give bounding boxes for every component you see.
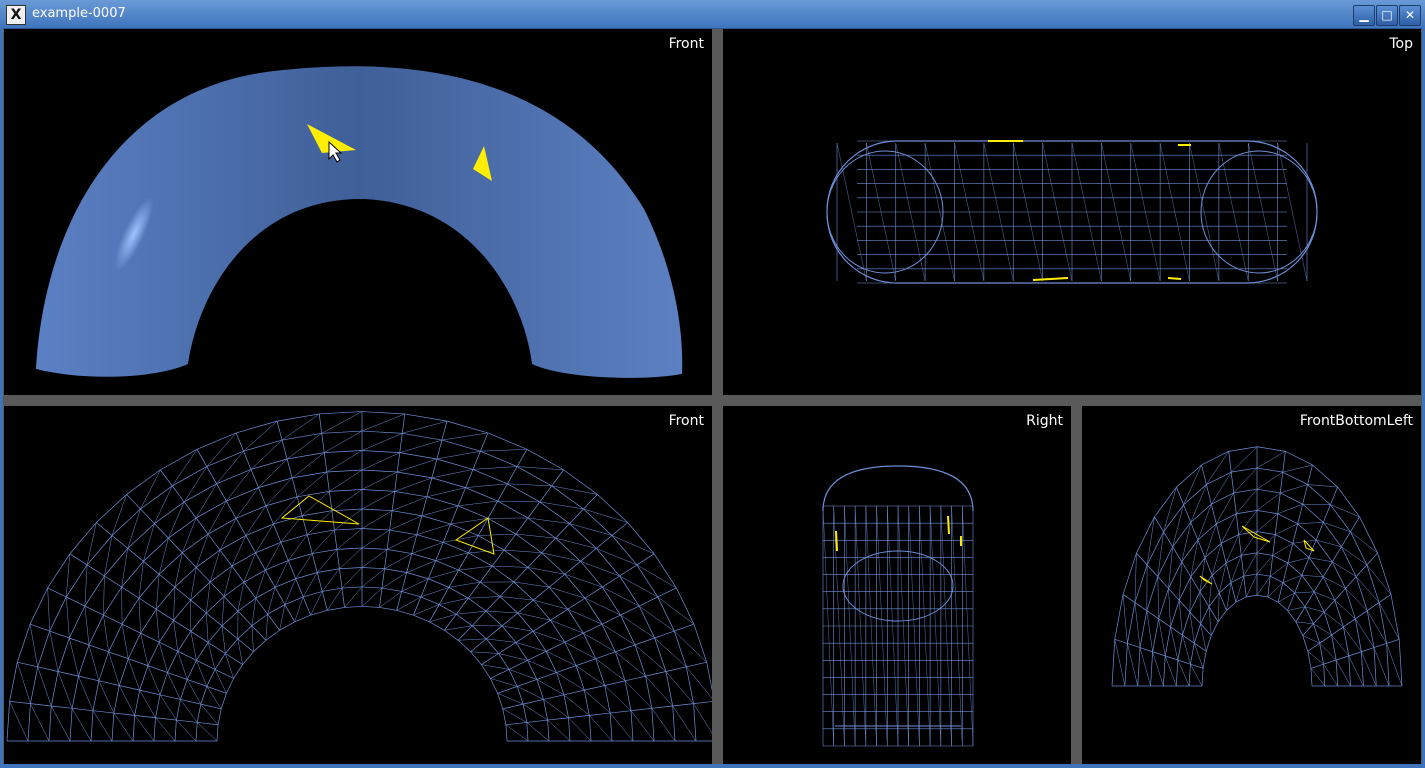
viewport-label: Front — [668, 36, 704, 52]
app-window: X example-0007 ▁ □ ✕ Front Top Front Rig… — [0, 0, 1425, 768]
top-wireframe-render — [826, 140, 1318, 284]
minimize-button[interactable]: ▁ — [1353, 5, 1375, 26]
x-app-icon[interactable]: X — [6, 5, 26, 25]
viewport-label: FrontBottomLeft — [1299, 413, 1413, 429]
right-wireframe-render — [822, 465, 974, 747]
close-button[interactable]: ✕ — [1399, 5, 1421, 26]
maximize-icon: □ — [1381, 8, 1393, 22]
maximize-button[interactable]: □ — [1376, 5, 1398, 26]
viewport-front-bottom-left[interactable]: FrontBottomLeft — [1082, 406, 1421, 764]
viewport-label: Top — [1389, 36, 1413, 52]
shaded-torus-render — [36, 66, 683, 378]
viewport-label: Front — [668, 413, 704, 429]
minimize-icon: ▁ — [1359, 8, 1369, 22]
viewport-label: Right — [1026, 413, 1063, 429]
title-bar[interactable]: X example-0007 ▁ □ ✕ — [0, 0, 1425, 29]
fbl-wireframe-render — [1111, 446, 1403, 687]
front-wireframe-render — [6, 411, 712, 742]
window-title: example-0007 — [32, 6, 126, 21]
viewport-front-shaded[interactable]: Front — [4, 29, 712, 395]
viewport-top[interactable]: Top — [723, 29, 1421, 395]
window-border-left — [0, 28, 3, 768]
close-icon: ✕ — [1404, 8, 1416, 22]
viewport-right[interactable]: Right — [723, 406, 1071, 764]
window-border-bottom — [0, 764, 1425, 768]
viewport-front-wireframe[interactable]: Front — [4, 406, 712, 764]
